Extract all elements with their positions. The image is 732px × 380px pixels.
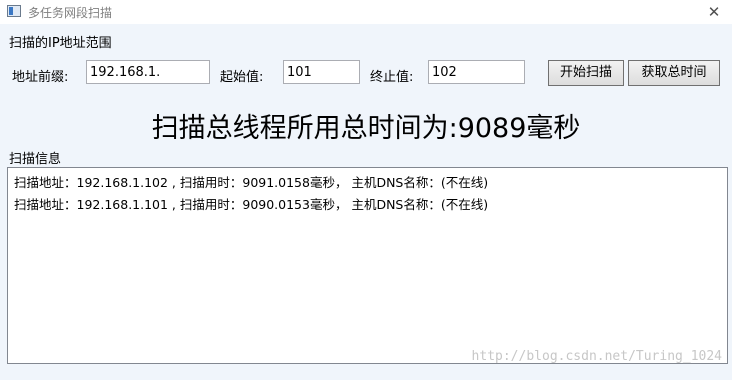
prefix-input[interactable] [86, 60, 210, 84]
start-value-label: 起始值: [220, 70, 264, 85]
total-time-display: 扫描总线程所用总时间为:9089毫秒 [151, 113, 581, 144]
ip-range-group-label: 扫描的IP地址范围 [9, 36, 112, 51]
end-value-label: 终止值: [370, 70, 414, 85]
scan-info-textbox[interactable]: 扫描地址：192.168.1.102 , 扫描用时：9091.0158毫秒， 主… [7, 167, 728, 364]
app-window-icon [7, 5, 21, 17]
window-title: 多任务网段扫描 [28, 6, 113, 20]
close-icon[interactable]: ✕ [700, 0, 728, 24]
prefix-label: 地址前缀: [12, 70, 69, 85]
end-value-input[interactable] [428, 60, 525, 84]
title-bar: 多任务网段扫描 ✕ [0, 0, 732, 24]
start-value-input[interactable] [283, 60, 360, 84]
log-line: 扫描地址：192.168.1.102 , 扫描用时：9091.0158毫秒， 主… [14, 175, 489, 190]
watermark: http://blog.csdn.net/Turing_1024 [471, 349, 722, 364]
scan-info-group-label: 扫描信息 [9, 152, 62, 167]
log-line: 扫描地址：192.168.1.101 , 扫描用时：9090.0153毫秒， 主… [14, 197, 489, 212]
get-total-time-button[interactable]: 获取总时间 [628, 60, 720, 86]
start-scan-button[interactable]: 开始扫描 [548, 60, 624, 86]
